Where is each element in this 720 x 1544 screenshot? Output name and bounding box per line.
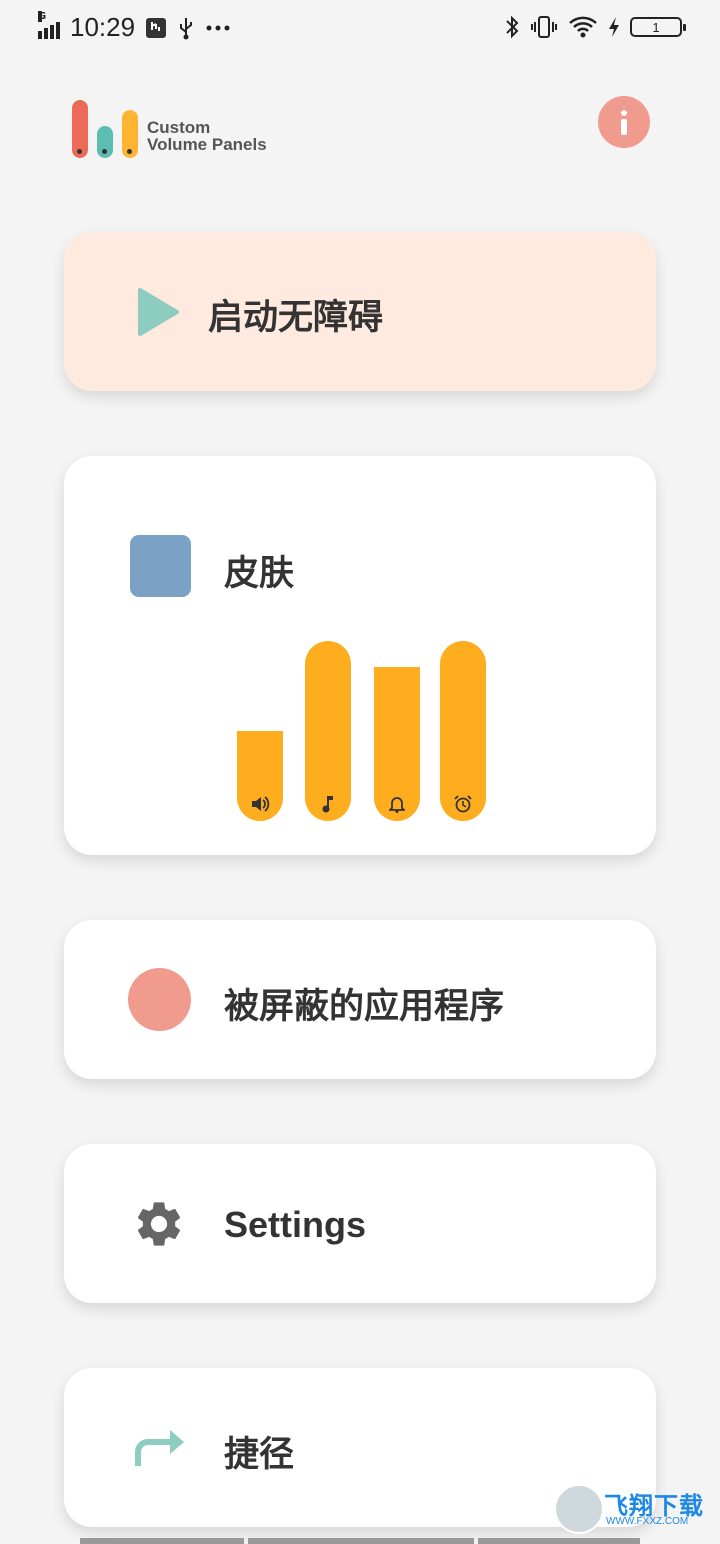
scroll-edge-line: [478, 1538, 640, 1544]
info-icon: [621, 109, 627, 135]
shortcut-label: 捷径: [224, 1435, 295, 1475]
app-logo: [72, 98, 140, 158]
info-button[interactable]: [598, 96, 650, 148]
vibrate-icon: [531, 16, 557, 38]
blocked-apps-label: 被屏蔽的应用程序: [224, 987, 505, 1027]
gear-icon: [137, 1202, 181, 1246]
start-accessibility-label: 启动无障碍: [208, 298, 384, 338]
skin-label: 皮肤: [224, 554, 295, 594]
bell-icon: [374, 795, 420, 813]
start-accessibility-card[interactable]: 启动无障碍: [64, 232, 656, 391]
network-type: G: [38, 10, 47, 22]
app-name: Custom Volume Panels: [147, 119, 267, 153]
play-icon: [138, 288, 179, 336]
app-name-line2: Volume Panels: [147, 135, 267, 154]
settings-label: Settings: [224, 1204, 367, 1245]
more-dots-icon: [206, 25, 230, 30]
usb-debug-icon: [146, 17, 167, 38]
shortcut-arrow-icon: [135, 1430, 184, 1466]
status-bar: G 10:29 1: [0, 0, 720, 60]
volume-bar-ring: [374, 667, 420, 821]
music-note-icon: [305, 795, 351, 813]
settings-card[interactable]: Settings: [64, 1144, 656, 1303]
skin-card[interactable]: 皮肤: [64, 456, 656, 855]
signal-icon: G: [38, 10, 60, 39]
battery-icon: 1: [630, 17, 686, 37]
watermark-url: WWW.FXXZ.COM: [606, 1516, 689, 1527]
blocked-apps-card[interactable]: 被屏蔽的应用程序: [64, 920, 656, 1079]
bluetooth-icon: [506, 15, 519, 39]
scroll-edge-line: [80, 1538, 244, 1544]
volume-bar-music: [305, 641, 351, 821]
charging-icon: [609, 17, 619, 37]
watermark-logo: 飞翔下载 WWW.FXXZ.COM: [554, 1484, 710, 1534]
battery-level: 1: [652, 19, 660, 35]
volume-icon: [237, 795, 283, 813]
usb-icon: [180, 17, 193, 39]
volume-bar-alarm: [440, 641, 486, 821]
alarm-icon: [440, 795, 486, 813]
blocked-apps-dot-icon: [128, 968, 191, 1031]
app-name-line1: Custom: [147, 118, 211, 137]
scroll-edge-line: [248, 1538, 474, 1544]
volume-bar-media: [237, 731, 283, 821]
clock: 10:29: [70, 12, 136, 42]
skin-color-swatch: [130, 535, 191, 597]
wifi-icon: [569, 16, 597, 38]
